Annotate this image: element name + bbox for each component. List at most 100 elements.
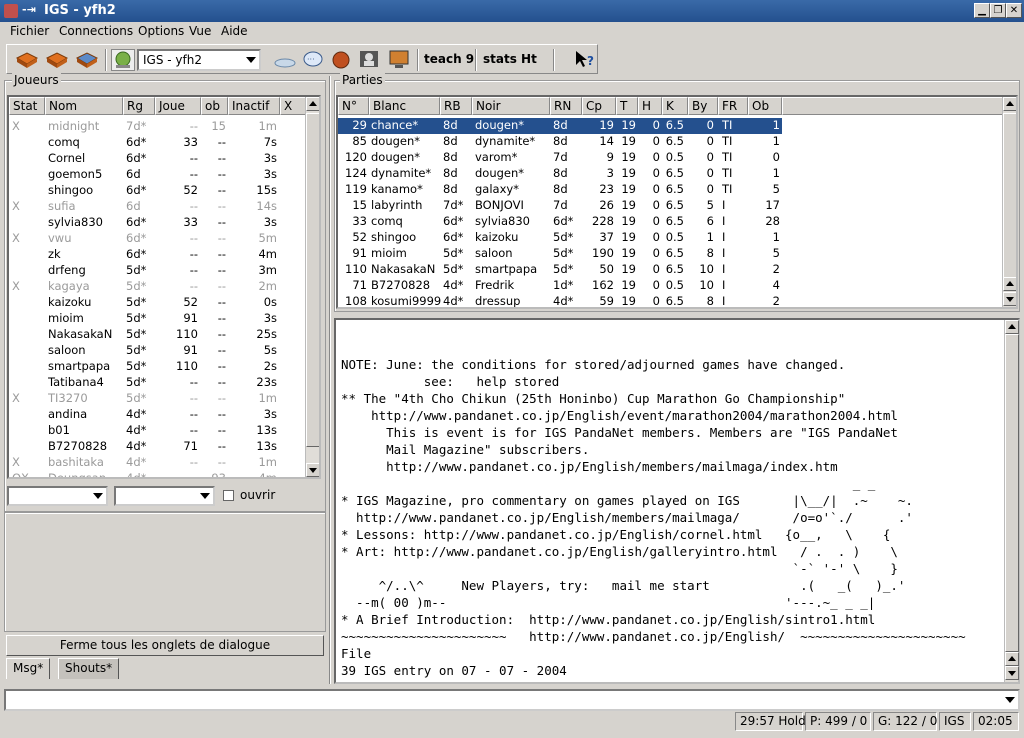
pane-splitter[interactable] bbox=[329, 76, 331, 684]
scroll-down-button[interactable] bbox=[1005, 666, 1019, 680]
table-row[interactable]: 119 kanamo* 8d galaxy* 8d 23 19 0 6.5 0 TI 5 bbox=[338, 182, 998, 198]
board-icon[interactable] bbox=[15, 49, 39, 71]
board-icon-3[interactable] bbox=[75, 49, 99, 71]
col-header-cp[interactable]: Cp bbox=[582, 97, 616, 115]
table-row[interactable]: 108 kosumi9999 4d* dressup 4d* 59 19 0 6.5 8 I 2 bbox=[338, 294, 998, 307]
col-header-t[interactable]: T bbox=[616, 97, 638, 115]
table-row[interactable]: Xbashitaka 4d* -- -- 1m bbox=[9, 455, 305, 471]
table-row[interactable]: 110 NakasakaN 5d* smartpapa 5d* 50 19 0 6.5 10 I 2 bbox=[338, 262, 998, 278]
table-row[interactable]: 29 chance* 8d dougen* 8d 19 19 0 6.5 0 TI 1 bbox=[338, 118, 782, 134]
table-row[interactable]: goemon5 6d -- -- 3s bbox=[9, 167, 305, 183]
account-combo[interactable]: IGS - yfh2 bbox=[137, 49, 261, 71]
col-header-ob[interactable]: ob bbox=[201, 97, 228, 115]
table-row[interactable]: Cornel 6d* -- -- 3s bbox=[9, 151, 305, 167]
table-row[interactable]: 33 comq 6d* sylvia830 6d* 228 19 0 6.5 6 I 28 bbox=[338, 214, 998, 230]
table-row[interactable]: shingoo 6d* 52 -- 15s bbox=[9, 183, 305, 199]
table-row[interactable]: Xsufia 6d -- -- 14s bbox=[9, 199, 305, 215]
col-header-h[interactable]: H bbox=[638, 97, 662, 115]
col-header-nom[interactable]: Nom bbox=[45, 97, 123, 115]
scroll-up-button[interactable] bbox=[1003, 97, 1016, 111]
table-row[interactable]: 85 dougen* 8d dynamite* 8d 14 19 0 6.5 0 TI 1 bbox=[338, 134, 998, 150]
table-row[interactable]: Xkagaya 5d* -- -- 2m bbox=[9, 279, 305, 295]
col-header-rn[interactable]: RN bbox=[550, 97, 582, 115]
tab-shouts[interactable]: Shouts* bbox=[58, 658, 120, 679]
whats-this-help-icon[interactable]: ? bbox=[573, 49, 597, 71]
monitor-icon[interactable] bbox=[387, 49, 411, 71]
stats-label[interactable]: stats Ht bbox=[483, 52, 537, 66]
col-header-by[interactable]: By bbox=[688, 97, 718, 115]
col-header-k[interactable]: K bbox=[662, 97, 688, 115]
connect-icon[interactable] bbox=[111, 49, 135, 71]
scroll-down-button[interactable] bbox=[306, 463, 319, 477]
menu-vue[interactable]: Vue bbox=[189, 24, 211, 38]
menu-options[interactable]: Options bbox=[138, 24, 184, 38]
scroll-down-button[interactable] bbox=[1003, 277, 1016, 291]
player-filter-combo-1[interactable] bbox=[7, 486, 108, 506]
close-button[interactable]: ✕ bbox=[1006, 3, 1022, 18]
table-row[interactable]: comq 6d* 33 -- 7s bbox=[9, 135, 305, 151]
player-filter-combo-2[interactable] bbox=[114, 486, 215, 506]
open-checkbox[interactable] bbox=[223, 490, 234, 501]
table-row[interactable]: 52 shingoo 6d* kaizoku 5d* 37 19 0 0.5 1 I 1 bbox=[338, 230, 998, 246]
col-header-rb[interactable]: RB bbox=[440, 97, 472, 115]
table-row[interactable]: X TI3270 5d* -- -- 1m bbox=[9, 391, 305, 407]
command-input[interactable] bbox=[4, 689, 1020, 711]
col-header-inactif[interactable]: Inactif bbox=[228, 97, 280, 115]
players-scrollbar[interactable] bbox=[305, 97, 319, 477]
col-header-blanc[interactable]: Blanc bbox=[369, 97, 440, 115]
table-row[interactable]: 120 dougen* 8d varom* 7d 9 19 0 0.5 0 TI 0 bbox=[338, 150, 998, 166]
col-header-rg[interactable]: Rg bbox=[123, 97, 155, 115]
scroll-thumb[interactable] bbox=[1003, 113, 1016, 279]
cloud-icon[interactable] bbox=[273, 49, 297, 71]
table-row[interactable]: 71 B7270828 4d* Fredrik 1d* 162 19 0 0.5 10 I 4 bbox=[338, 278, 998, 294]
maximize-button[interactable]: ❐ bbox=[990, 3, 1006, 18]
window-menu-icon[interactable]: -⇥ bbox=[22, 3, 36, 16]
table-row[interactable]: Xmidnight 7d* -- 15 1m bbox=[9, 119, 305, 135]
scroll-thumb[interactable] bbox=[1005, 334, 1019, 652]
col-header-stat[interactable]: Stat bbox=[9, 97, 45, 115]
table-row[interactable]: zk 6d* -- -- 4m bbox=[9, 247, 305, 263]
menu-aide[interactable]: Aide bbox=[221, 24, 248, 38]
table-row[interactable]: sylvia830 6d* 33 -- 3s bbox=[9, 215, 305, 231]
table-row[interactable]: kaizoku 5d* 52 -- 0s bbox=[9, 295, 305, 311]
games-scrollbar[interactable] bbox=[1002, 97, 1016, 307]
chevron-down-icon[interactable] bbox=[1005, 697, 1015, 703]
tab-msg[interactable]: Msg* bbox=[6, 658, 51, 679]
scroll-down-button[interactable] bbox=[1003, 292, 1016, 306]
table-row[interactable]: smartpapa 5d* 110 -- 2s bbox=[9, 359, 305, 375]
table-row[interactable]: QX Deungsan 4d* -- 93 4m bbox=[9, 471, 305, 477]
chat-area[interactable] bbox=[7, 518, 323, 628]
col-header-ob[interactable]: Ob bbox=[748, 97, 782, 115]
console-scrollbar[interactable] bbox=[1004, 320, 1019, 682]
players-table[interactable]: Stat Nom Rg Joue ob Inactif X Xmidnight 7… bbox=[7, 95, 321, 479]
table-row[interactable]: andina 4d* -- -- 3s bbox=[9, 407, 305, 423]
minimize-button[interactable]: ▁ bbox=[974, 3, 990, 18]
menu-connections[interactable]: Connections bbox=[59, 24, 133, 38]
teach-label[interactable]: teach 9 bbox=[424, 52, 474, 66]
close-all-dialogs-button[interactable]: Ferme tous les onglets de dialogue bbox=[6, 635, 324, 656]
scroll-up-button[interactable] bbox=[1005, 652, 1019, 666]
board-icon-2[interactable] bbox=[45, 49, 69, 71]
col-header-noir[interactable]: Noir bbox=[472, 97, 550, 115]
menu-fichier[interactable]: Fichier bbox=[10, 24, 49, 38]
table-row[interactable]: drfeng 5d* -- -- 3m bbox=[9, 263, 305, 279]
table-row[interactable]: mioim 5d* 91 -- 3s bbox=[9, 311, 305, 327]
col-header-num[interactable]: N° bbox=[338, 97, 369, 115]
col-header-x[interactable]: X bbox=[280, 97, 306, 115]
table-row[interactable]: 15 labyrinth 7d* BONJOVI 7d 26 19 0 6.5 5 I 17 bbox=[338, 198, 998, 214]
server-console[interactable]: NOTE: June: the conditions for stored/ad… bbox=[334, 318, 1020, 684]
table-row[interactable]: saloon 5d* 91 -- 5s bbox=[9, 343, 305, 359]
table-row[interactable]: 91 mioim 5d* saloon 5d* 190 19 0 6.5 8 I 5 bbox=[338, 246, 998, 262]
table-row[interactable]: NakasakaN 5d* 110 -- 25s bbox=[9, 327, 305, 343]
table-row[interactable]: Xvwu 6d* -- -- 5m bbox=[9, 231, 305, 247]
games-table[interactable]: N° Blanc RB Noir RN Cp T H K By FR Ob 29… bbox=[336, 95, 1018, 309]
talk-icon[interactable]: ··· bbox=[301, 49, 325, 71]
player-stats-icon[interactable] bbox=[357, 49, 381, 71]
table-row[interactable]: Tatibana4 5d* -- -- 23s bbox=[9, 375, 305, 391]
scroll-up-button[interactable] bbox=[306, 97, 319, 111]
col-header-joue[interactable]: Joue bbox=[155, 97, 201, 115]
table-row[interactable]: 124 dynamite* 8d dougen* 8d 3 19 0 6.5 0 TI 1 bbox=[338, 166, 998, 182]
table-row[interactable]: B7270828 4d* 71 -- 13s bbox=[9, 439, 305, 455]
col-header-fr[interactable]: FR bbox=[718, 97, 748, 115]
table-row[interactable]: b01 4d* -- -- 13s bbox=[9, 423, 305, 439]
